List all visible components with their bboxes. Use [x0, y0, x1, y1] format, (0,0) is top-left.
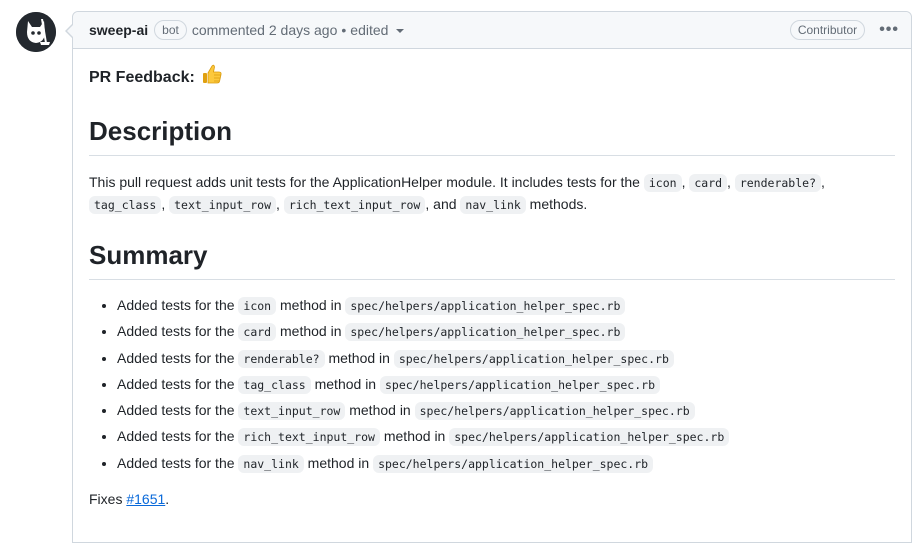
list-item: Added tests for the card method in spec/… — [117, 319, 895, 345]
list-item: Added tests for the renderable? method i… — [117, 346, 895, 372]
code-icon: icon — [643, 174, 682, 192]
code-tag-class: tag_class — [89, 196, 162, 214]
list-item: Added tests for the text_input_row metho… — [117, 398, 895, 424]
edited-dropdown[interactable]: edited — [350, 22, 405, 38]
list-item: Added tests for the icon method in spec/… — [117, 293, 895, 319]
contributor-badge: Contributor — [789, 20, 866, 40]
comment-header: sweep-ai bot commented 2 days ago • edit… — [73, 12, 911, 49]
code-renderable: renderable? — [734, 174, 821, 192]
fixes-line: Fixes #1651. — [89, 491, 170, 508]
fixes-label: Fixes — [89, 491, 127, 508]
summary-heading: Summary — [89, 239, 895, 280]
header-separator: • — [341, 22, 347, 38]
description-paragraph: This pull request adds unit tests for th… — [89, 174, 825, 214]
comment-action: commented — [191, 22, 265, 38]
sweep-logo-icon — [16, 12, 56, 52]
comment-body: PR Feedback: Description This pull reque… — [73, 63, 911, 510]
code-card: card — [689, 174, 728, 192]
edited-label: edited — [350, 22, 389, 38]
list-item: Added tests for the nav_link method in s… — [117, 451, 895, 477]
description-heading: Description — [89, 115, 895, 156]
code-rich-text-input-row: rich_text_input_row — [283, 196, 426, 214]
author-avatar[interactable] — [16, 12, 56, 52]
comment-time[interactable]: 2 days ago — [269, 22, 338, 38]
chevron-down-icon — [396, 29, 405, 33]
issue-link[interactable]: #1651 — [126, 491, 165, 507]
code-text-input-row: text_input_row — [169, 196, 277, 214]
summary-list: Added tests for the icon method in spec/… — [89, 293, 895, 477]
pr-feedback-label: PR Feedback: — [89, 68, 195, 86]
pr-feedback: PR Feedback: — [89, 63, 895, 91]
more-options-icon[interactable]: ••• — [875, 21, 903, 39]
comment-box: sweep-ai bot commented 2 days ago • edit… — [65, 11, 912, 543]
code-nav-link: nav_link — [460, 196, 526, 214]
list-item: Added tests for the tag_class method in … — [117, 372, 895, 398]
comment-caret-fill — [67, 24, 74, 38]
list-item: Added tests for the rich_text_input_row … — [117, 424, 895, 450]
thumbs-up-icon — [201, 63, 223, 91]
author-link[interactable]: sweep-ai — [89, 22, 148, 38]
bot-badge: bot — [154, 20, 187, 40]
